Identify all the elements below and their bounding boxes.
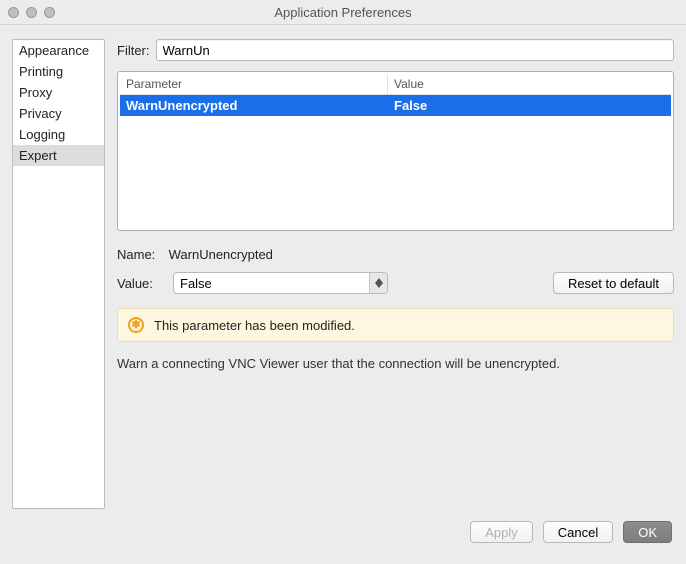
- filter-row: Filter:: [117, 39, 674, 61]
- window-title: Application Preferences: [0, 5, 686, 20]
- column-header-value[interactable]: Value: [388, 74, 671, 95]
- sidebar-item-expert[interactable]: Expert: [13, 145, 104, 166]
- name-row: Name: WarnUnencrypted: [117, 247, 674, 262]
- column-header-parameter[interactable]: Parameter: [120, 74, 388, 95]
- filter-input[interactable]: [156, 39, 675, 61]
- sidebar-item-privacy[interactable]: Privacy: [13, 103, 104, 124]
- notice-text: This parameter has been modified.: [154, 318, 355, 333]
- content-area: Appearance Printing Proxy Privacy Loggin…: [0, 25, 686, 517]
- ok-button[interactable]: OK: [623, 521, 672, 543]
- apply-button[interactable]: Apply: [470, 521, 533, 543]
- value-row: Value: False Reset to default: [117, 272, 674, 294]
- title-bar: Application Preferences: [0, 0, 686, 24]
- sidebar-item-logging[interactable]: Logging: [13, 124, 104, 145]
- table-header: Parameter Value: [120, 74, 671, 95]
- parameter-description: Warn a connecting VNC Viewer user that t…: [117, 356, 674, 371]
- main-panel: Filter: Parameter Value WarnUnencrypted …: [117, 39, 674, 509]
- sidebar-item-proxy[interactable]: Proxy: [13, 82, 104, 103]
- parameter-table: Parameter Value WarnUnencrypted False: [117, 71, 674, 231]
- dialog-footer: Apply Cancel OK: [0, 517, 686, 557]
- table-body[interactable]: WarnUnencrypted False: [120, 95, 671, 228]
- sidebar-item-appearance[interactable]: Appearance: [13, 40, 104, 61]
- value-label: Value:: [117, 276, 165, 291]
- cell-parameter: WarnUnencrypted: [120, 95, 388, 116]
- table-row[interactable]: WarnUnencrypted False: [120, 95, 671, 116]
- reset-to-default-button[interactable]: Reset to default: [553, 272, 674, 294]
- info-icon: ✱: [128, 317, 144, 333]
- value-select[interactable]: False: [173, 272, 388, 294]
- name-label: Name:: [117, 247, 165, 262]
- name-value: WarnUnencrypted: [169, 247, 273, 262]
- value-select-wrap: False: [173, 272, 388, 294]
- cell-value: False: [388, 95, 671, 116]
- cancel-button[interactable]: Cancel: [543, 521, 613, 543]
- sidebar-item-printing[interactable]: Printing: [13, 61, 104, 82]
- modified-notice: ✱ This parameter has been modified.: [117, 308, 674, 342]
- filter-label: Filter:: [117, 43, 150, 58]
- category-sidebar: Appearance Printing Proxy Privacy Loggin…: [12, 39, 105, 509]
